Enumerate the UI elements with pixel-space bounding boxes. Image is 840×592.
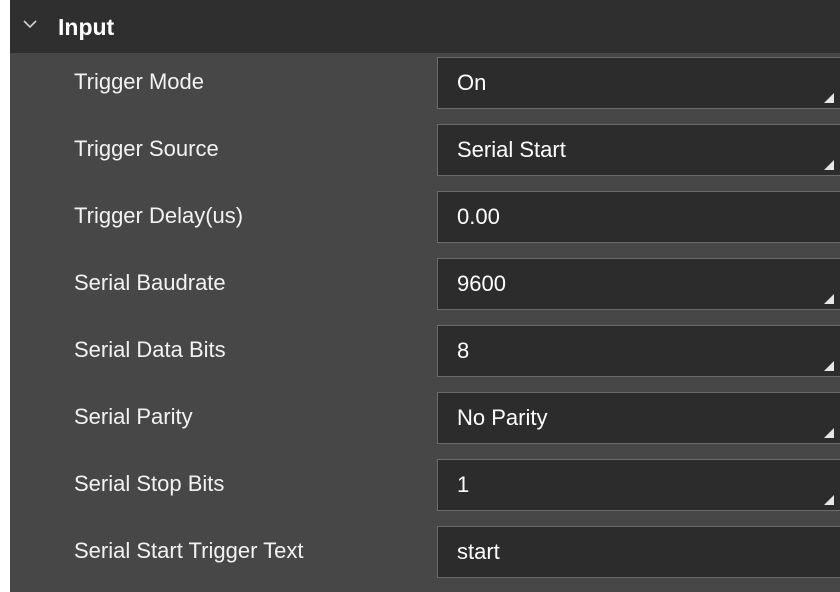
serial-parity-select[interactable]: No Parity: [437, 392, 840, 444]
serial-data-bits-value: 8: [457, 338, 470, 363]
trigger-mode-select[interactable]: On: [437, 57, 840, 109]
section-title: Input: [58, 14, 115, 40]
dropdown-arrow-icon: [824, 160, 834, 170]
dropdown-arrow-icon: [824, 361, 834, 371]
row-serial-data-bits: Serial Data Bits 8: [10, 321, 840, 379]
serial-start-trigger-text-input[interactable]: start: [437, 526, 840, 578]
row-serial-start-trigger-text: Serial Start Trigger Text start: [10, 522, 840, 580]
trigger-source-select[interactable]: Serial Start: [437, 124, 840, 176]
serial-stop-bits-value: 1: [457, 472, 470, 497]
serial-data-bits-label: Serial Data Bits: [74, 337, 226, 362]
trigger-mode-value: On: [457, 70, 487, 95]
serial-stop-bits-label: Serial Stop Bits: [74, 471, 225, 496]
serial-start-trigger-text-value: start: [457, 539, 500, 564]
serial-parity-label: Serial Parity: [74, 404, 193, 429]
dropdown-arrow-icon: [824, 428, 834, 438]
row-trigger-mode: Trigger Mode On: [10, 53, 840, 111]
chevron-down-icon[interactable]: [22, 18, 38, 30]
serial-data-bits-select[interactable]: 8: [437, 325, 840, 377]
serial-baudrate-label: Serial Baudrate: [74, 270, 226, 295]
trigger-mode-label: Trigger Mode: [74, 69, 205, 94]
input-section-panel: Input Trigger Mode On Trigger Source Ser…: [10, 0, 840, 592]
row-serial-stop-bits: Serial Stop Bits 1: [10, 455, 840, 513]
row-trigger-delay: Trigger Delay(us) 0.00: [10, 187, 840, 245]
trigger-source-label: Trigger Source: [74, 136, 219, 161]
dropdown-arrow-icon: [824, 93, 834, 103]
serial-stop-bits-select[interactable]: 1: [437, 459, 840, 511]
row-trigger-source: Trigger Source Serial Start: [10, 120, 840, 178]
serial-start-trigger-text-label: Serial Start Trigger Text: [74, 538, 304, 563]
trigger-delay-label: Trigger Delay(us): [74, 203, 244, 228]
row-serial-baudrate: Serial Baudrate 9600: [10, 254, 840, 312]
serial-parity-value: No Parity: [457, 405, 548, 430]
trigger-source-value: Serial Start: [457, 137, 566, 162]
serial-baudrate-value: 9600: [457, 271, 506, 296]
serial-baudrate-select[interactable]: 9600: [437, 258, 840, 310]
input-section-header[interactable]: Input: [10, 0, 840, 53]
dropdown-arrow-icon: [824, 294, 834, 304]
dropdown-arrow-icon: [824, 495, 834, 505]
trigger-delay-input[interactable]: 0.00: [437, 191, 840, 243]
row-serial-parity: Serial Parity No Parity: [10, 388, 840, 446]
trigger-delay-value: 0.00: [457, 204, 500, 229]
